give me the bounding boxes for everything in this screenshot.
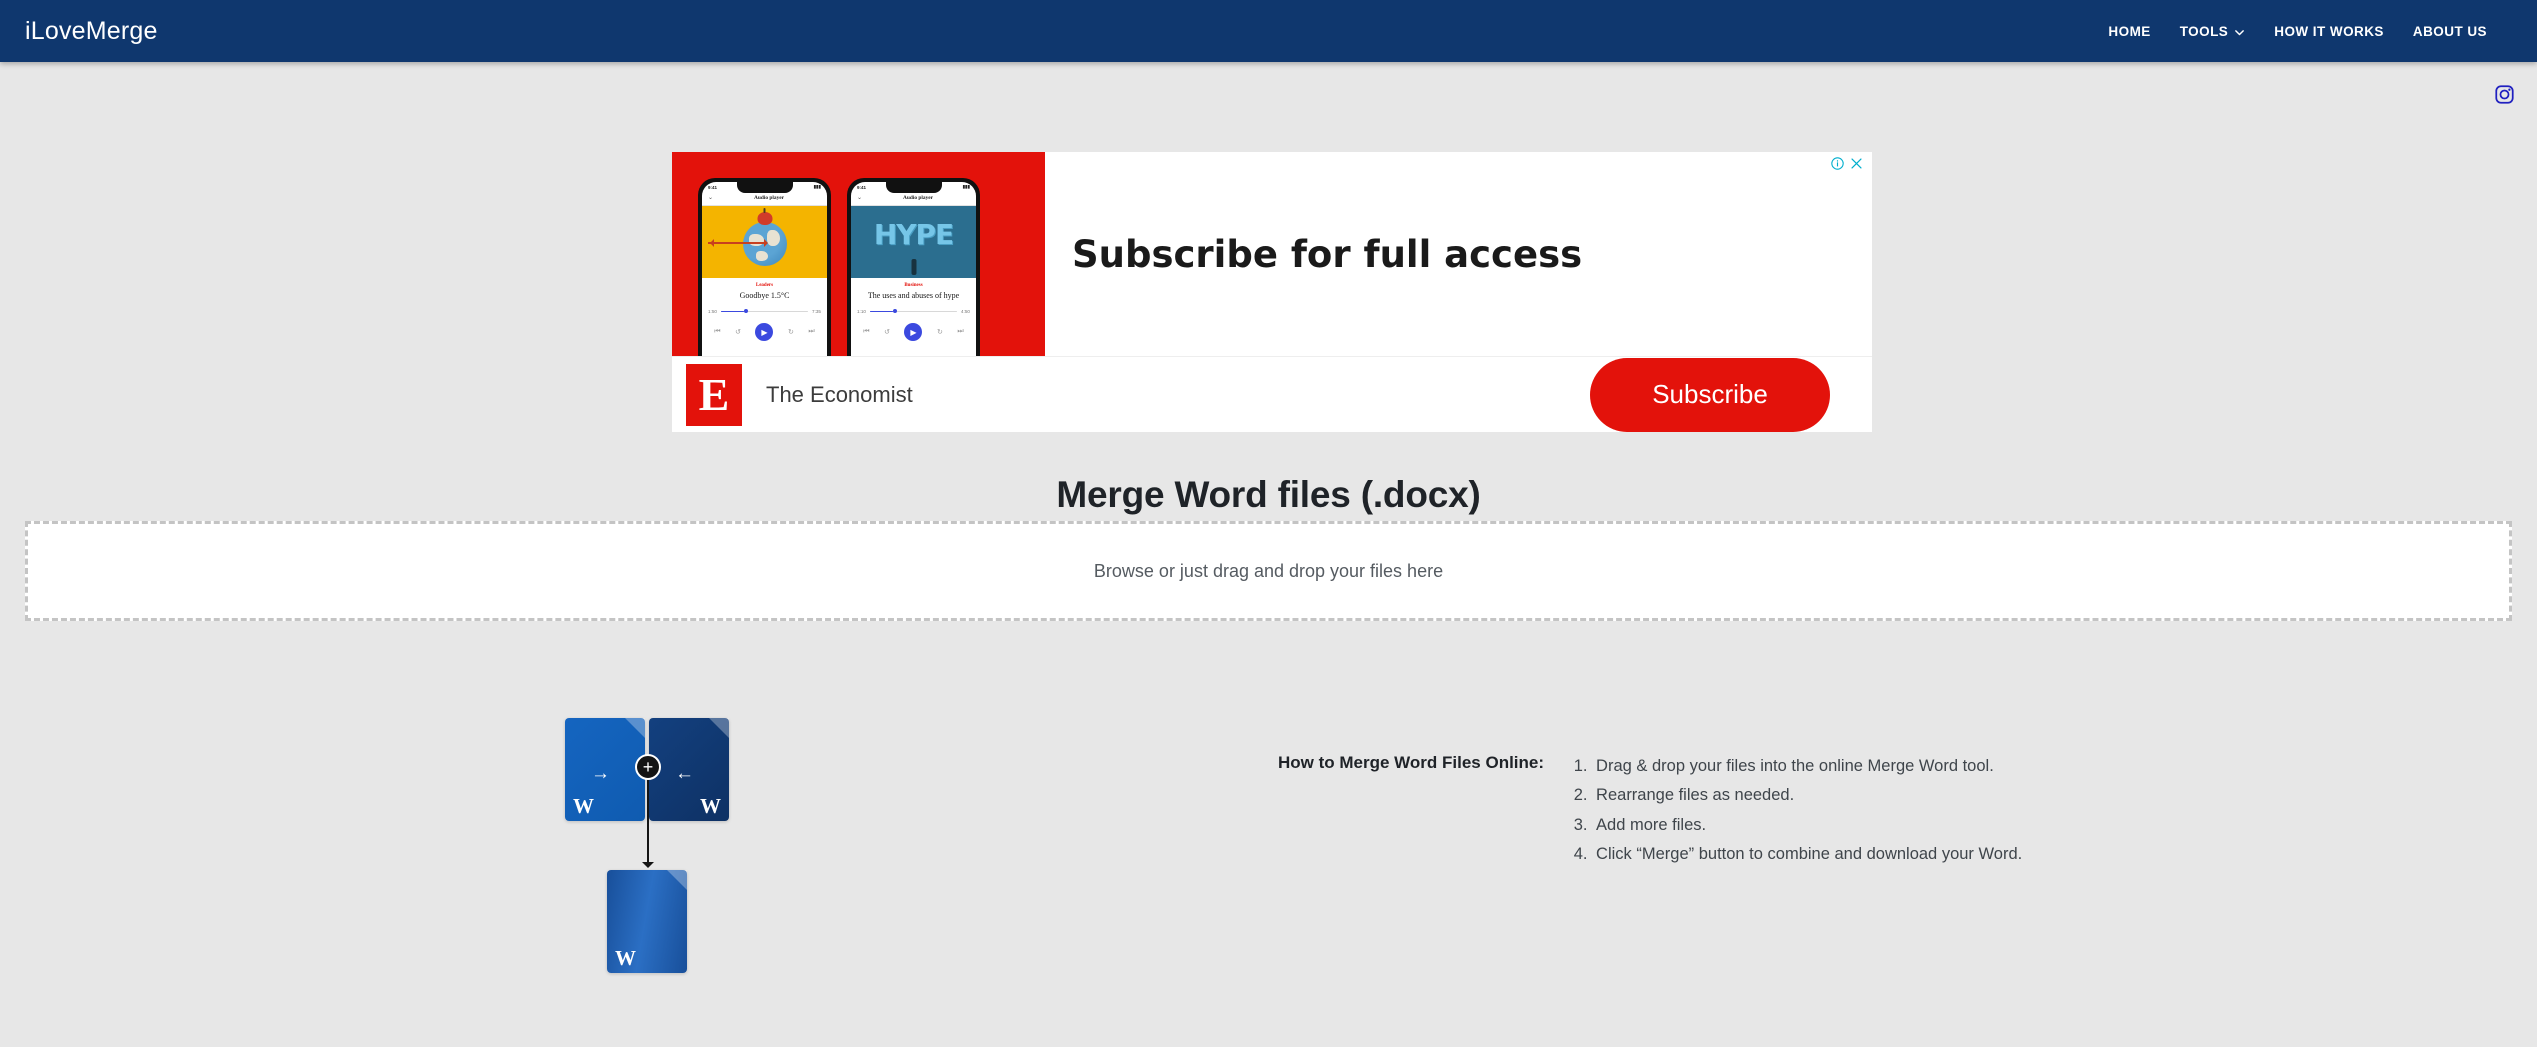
phone-duration: 4:50 bbox=[961, 309, 970, 315]
play-icon: ▶ bbox=[755, 323, 774, 342]
word-letter: W bbox=[615, 946, 636, 970]
advertiser-logo: E bbox=[686, 363, 742, 426]
phone-kicker: Business bbox=[904, 283, 923, 288]
chevron-down-icon: ⌄ bbox=[708, 195, 714, 201]
nav-item-how-it-works-label: HOW IT WORKS bbox=[2274, 23, 2384, 39]
skip-forward-icon: ⏭ bbox=[957, 328, 964, 336]
list-item: Add more files. bbox=[1592, 811, 2022, 840]
list-item: Drag & drop your files into the online M… bbox=[1592, 752, 2022, 781]
how-to-section: How to Merge Word Files Online: Drag & d… bbox=[1278, 752, 2022, 869]
phone-progress: 1:50 7:35 bbox=[708, 308, 821, 315]
nav-item-about-us-label: ABOUT US bbox=[2412, 23, 2487, 39]
phone-notch bbox=[885, 182, 942, 193]
subscribe-button[interactable]: Subscribe bbox=[1590, 357, 1830, 432]
nav-item-tools-label: TOOLS bbox=[2179, 23, 2229, 39]
nav-item-home-label: HOME bbox=[2108, 23, 2151, 39]
adchoices-controls[interactable] bbox=[1831, 157, 1863, 173]
how-to-steps: Drag & drop your files into the online M… bbox=[1566, 752, 2022, 869]
phone-track-title: Goodbye 1.5°C bbox=[739, 291, 790, 300]
main-nav: HOME TOOLS HOW IT WORKS ABOUT US bbox=[2108, 24, 2487, 39]
ad-phone-mockup-2: 9:41 ▮▮▮ ⌄ Audio player HYPE Business Th… bbox=[847, 178, 980, 356]
rewind-icon: ↺ bbox=[735, 329, 741, 337]
nav-item-home[interactable]: HOME bbox=[2108, 24, 2150, 39]
chevron-down-icon: ⌄ bbox=[857, 195, 863, 201]
skip-back-icon: ⏮ bbox=[863, 328, 870, 336]
skip-forward-icon: ⏭ bbox=[808, 328, 815, 336]
phone-status-time: 9:41 bbox=[857, 184, 867, 190]
page-fold-icon bbox=[625, 718, 645, 738]
advertisement[interactable]: 9:41 ▮▮▮ ⌄ Audio player Leaders Goodbye … bbox=[672, 152, 1872, 432]
ad-headline: Subscribe for full access bbox=[1072, 232, 1583, 276]
phone-status-icons: ▮▮▮ bbox=[962, 184, 970, 189]
instagram-icon[interactable] bbox=[2494, 84, 2515, 105]
phone-progress: 1:10 4:50 bbox=[857, 308, 970, 315]
merged-document-icon: W bbox=[607, 870, 687, 973]
page-fold-icon bbox=[709, 718, 729, 738]
phone-duration: 7:35 bbox=[812, 309, 821, 315]
phone-artwork-globe bbox=[702, 206, 827, 278]
arrow-down-icon bbox=[642, 776, 654, 868]
social-bar bbox=[2494, 84, 2515, 105]
merge-illustration: W W → ← + W bbox=[565, 718, 755, 978]
phone-artwork-hype: HYPE bbox=[851, 206, 976, 278]
phone-controls: ⏮ ↺ ▶ ↻ ⏭ bbox=[851, 323, 976, 342]
phone-controls: ⏮ ↺ ▶ ↻ ⏭ bbox=[702, 323, 827, 342]
skip-back-icon: ⏮ bbox=[714, 328, 721, 336]
phone-notch bbox=[736, 182, 793, 193]
page-title: Merge Word files (.docx) bbox=[1056, 473, 1481, 515]
dropzone-label: Browse or just drag and drop your files … bbox=[1093, 560, 1444, 581]
phone-progress-bar bbox=[720, 308, 809, 313]
ad-phone-mockup-1: 9:41 ▮▮▮ ⌄ Audio player Leaders Goodbye … bbox=[698, 178, 831, 356]
list-item: Click “Merge” button to combine and down… bbox=[1592, 840, 2022, 869]
phone-progress-bar bbox=[869, 308, 958, 313]
phone-status-time: 9:41 bbox=[708, 184, 718, 190]
close-icon[interactable] bbox=[1850, 157, 1863, 173]
brand-logo[interactable]: iLoveMerge bbox=[25, 17, 158, 46]
info-icon[interactable] bbox=[1831, 157, 1844, 173]
phone-status-icons: ▮▮▮ bbox=[813, 184, 821, 189]
arrow-left-icon: ← bbox=[675, 763, 694, 784]
word-letter: W bbox=[573, 794, 594, 818]
arrow-right-icon: → bbox=[591, 763, 610, 784]
arrow-icon bbox=[708, 239, 768, 247]
file-dropzone[interactable]: Browse or just drag and drop your files … bbox=[25, 521, 2512, 621]
ad-footer: E The Economist Subscribe bbox=[672, 356, 1872, 432]
nav-item-tools[interactable]: TOOLS bbox=[2180, 24, 2246, 39]
phone-elapsed: 1:10 bbox=[857, 309, 866, 315]
phone-track-title: The uses and abuses of hype bbox=[867, 291, 960, 300]
forward-icon: ↻ bbox=[936, 329, 943, 337]
phone-app-title: Audio player bbox=[902, 194, 934, 201]
apple-icon bbox=[757, 208, 772, 225]
plus-icon: + bbox=[635, 754, 661, 780]
how-to-heading: How to Merge Word Files Online: bbox=[1278, 753, 1545, 772]
word-letter: W bbox=[700, 794, 721, 818]
nav-item-how-it-works[interactable]: HOW IT WORKS bbox=[2274, 24, 2384, 39]
nav-item-about-us[interactable]: ABOUT US bbox=[2413, 24, 2487, 39]
forward-icon: ↻ bbox=[787, 329, 794, 337]
advertiser-name: The Economist bbox=[766, 381, 913, 407]
ad-image-panel: 9:41 ▮▮▮ ⌄ Audio player Leaders Goodbye … bbox=[672, 152, 1045, 356]
chevron-down-icon bbox=[2234, 26, 2245, 37]
page-fold-icon bbox=[667, 870, 687, 890]
rewind-icon: ↺ bbox=[884, 329, 890, 337]
person-silhouette bbox=[911, 259, 916, 275]
phone-elapsed: 1:50 bbox=[708, 309, 717, 315]
ad-creative[interactable]: 9:41 ▮▮▮ ⌄ Audio player Leaders Goodbye … bbox=[672, 152, 1872, 356]
list-item: Rearrange files as needed. bbox=[1592, 781, 2022, 810]
site-header: iLoveMerge HOME TOOLS HOW IT WORKS ABOUT… bbox=[0, 0, 2537, 62]
phone-kicker: Leaders bbox=[755, 283, 774, 288]
hype-word: HYPE bbox=[873, 218, 954, 251]
play-icon: ▶ bbox=[904, 323, 923, 342]
phone-app-title: Audio player bbox=[753, 194, 785, 201]
